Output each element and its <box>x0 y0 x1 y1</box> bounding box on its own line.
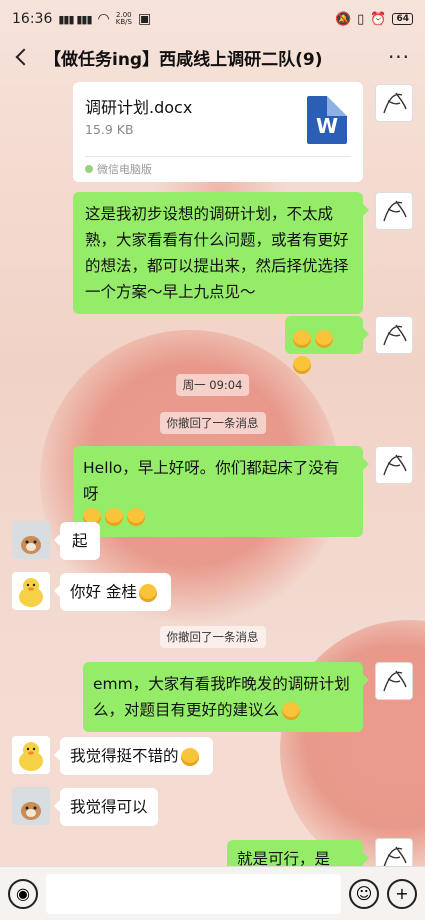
network-speed: 2.00 KB/S <box>115 11 132 26</box>
alarm-icon: ⏰ <box>370 11 387 27</box>
chat-title: 【做任务ing】西咸线上调研二队(9) <box>44 49 323 70</box>
message-bubble-other[interactable]: 我觉得可以 <box>54 788 158 826</box>
thumbs-up-emoji-icon <box>180 747 199 766</box>
battery-icon: 64 <box>392 13 413 25</box>
grin-emoji-icon <box>315 329 333 348</box>
input-bar: ◉ ☺ + <box>0 866 425 920</box>
avatar-duck[interactable] <box>12 736 50 774</box>
avatar-self[interactable] <box>375 446 413 484</box>
avatar-self[interactable] <box>375 316 413 354</box>
recall-notice: 你撤回了一条消息 <box>159 412 266 434</box>
avatar-dog[interactable] <box>12 787 50 825</box>
smile-emoji-icon <box>282 701 301 720</box>
word-document-icon: W <box>307 96 347 144</box>
grin-emoji-icon <box>293 329 311 348</box>
recall-notice: 你撤回了一条消息 <box>159 626 266 648</box>
message-list[interactable]: 调研计划.docx 15.9 KB W 微信电脑版 这是我初步设想的调研计划，不… <box>0 76 425 866</box>
more-options-button[interactable]: ··· <box>381 45 417 69</box>
avatar-self[interactable] <box>375 192 413 230</box>
back-button[interactable] <box>8 41 40 73</box>
plus-icon: + <box>395 884 409 903</box>
file-size: 15.9 KB <box>85 122 134 137</box>
file-name: 调研计划.docx <box>85 98 193 117</box>
thinking-emoji-icon <box>138 583 157 602</box>
message-bubble-other[interactable]: 我觉得挺不错的 <box>54 737 213 775</box>
avatar-dog[interactable] <box>12 521 50 559</box>
message-bubble-self[interactable]: 就是可行，是吧? <box>227 840 369 866</box>
more-functions-button[interactable]: + <box>387 878 417 909</box>
avatar-duck[interactable] <box>12 572 50 610</box>
grin-emoji-icon <box>293 355 311 374</box>
face-emoji-icon <box>127 507 145 526</box>
emoji-button[interactable]: ☺ <box>349 878 379 909</box>
message-bubble-self[interactable]: Hello，早上好呀。你们都起床了没有呀 <box>73 446 369 537</box>
nfc-icon: ▣ <box>137 11 152 27</box>
message-bubble-self[interactable]: emm，大家有看我昨晚发的调研计划么，对题目有更好的建议么 <box>83 662 369 732</box>
time-divider: 周一 09:04 <box>175 374 250 396</box>
voice-input-button[interactable]: ◉ <box>8 878 38 909</box>
emoji-icon: ☺ <box>355 884 373 903</box>
face-emoji-icon <box>105 507 123 526</box>
message-bubble-other[interactable]: 你好 金桂 <box>54 573 171 611</box>
avatar-self[interactable] <box>375 84 413 122</box>
divider <box>85 156 351 157</box>
avatar-self[interactable] <box>375 662 413 700</box>
message-bubble-self[interactable]: 这是我初步设想的调研计划，不太成熟，大家看看有什么问题，或者有更好的想法，都可以… <box>73 192 369 314</box>
mute-icon: 🔕 <box>334 11 352 27</box>
message-bubble-other[interactable]: 起 <box>54 522 100 560</box>
status-time: 16:36 <box>12 11 53 27</box>
chevron-left-icon <box>15 48 33 66</box>
emoji-message-bubble[interactable] <box>285 316 369 374</box>
voice-icon: ◉ <box>16 884 30 903</box>
pc-wechat-icon <box>85 165 93 173</box>
wifi-icon: ◠ <box>97 11 110 27</box>
file-source: 微信电脑版 <box>85 161 152 177</box>
avatar-self[interactable] <box>375 838 413 866</box>
file-message-card[interactable]: 调研计划.docx 15.9 KB W 微信电脑版 <box>73 82 363 182</box>
chat-header: 【做任务ing】西咸线上调研二队(9) ··· <box>0 38 425 76</box>
message-input[interactable] <box>46 873 341 914</box>
vibrate-icon: ▯ <box>357 11 365 27</box>
signal-icon: ▮▮▮ ▮▮▮ <box>58 12 92 26</box>
status-bar: 16:36 ▮▮▮ ▮▮▮ ◠ 2.00 KB/S ▣ 🔕 ▯ ⏰ 64 <box>0 0 425 38</box>
